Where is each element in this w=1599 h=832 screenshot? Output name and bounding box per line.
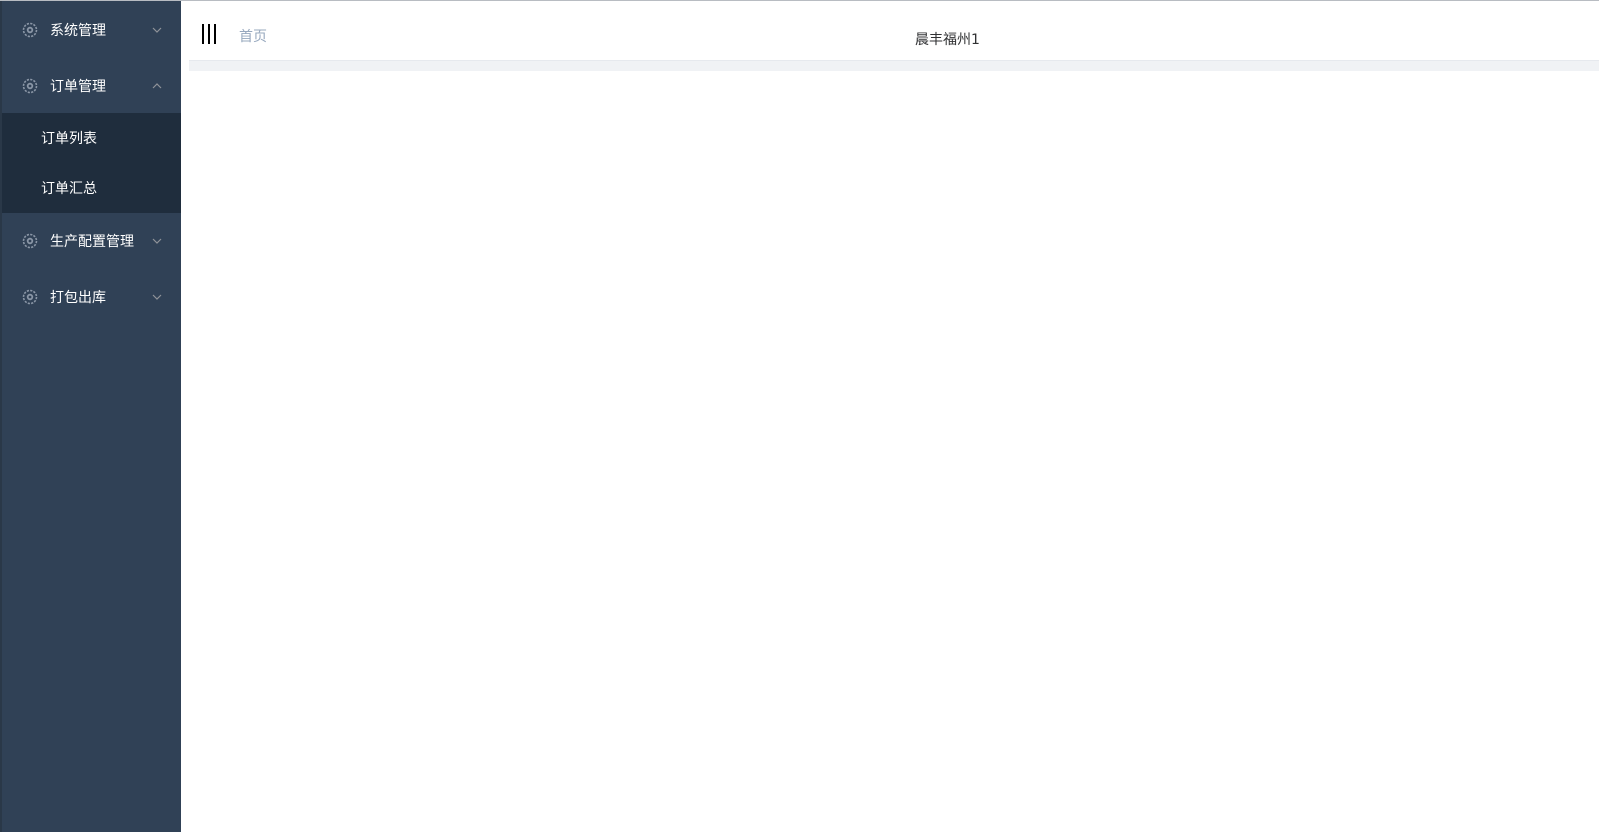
tags-view-bar bbox=[189, 60, 1599, 71]
sidebar: 系统管理 订单管理 订单列表 订单汇总 生产配置管理 打包出库 bbox=[0, 1, 181, 832]
gear-icon bbox=[22, 22, 38, 37]
gear-icon bbox=[22, 78, 38, 93]
submenu-order-management: 订单列表 订单汇总 bbox=[2, 113, 181, 213]
sidebar-item-order-management[interactable]: 订单管理 bbox=[2, 58, 181, 113]
sidebar-item-label: 系统管理 bbox=[50, 22, 106, 39]
gear-icon bbox=[22, 233, 38, 249]
sidebar-item-label: 订单管理 bbox=[50, 78, 106, 95]
chevron-down-icon bbox=[152, 238, 162, 244]
breadcrumb-home[interactable]: 首页 bbox=[239, 26, 267, 46]
chevron-down-icon bbox=[152, 294, 162, 300]
sidebar-subitem-label: 订单汇总 bbox=[41, 181, 97, 197]
top-navbar: 首页 晨丰福州1 bbox=[181, 1, 1599, 60]
sidebar-item-label: 打包出库 bbox=[50, 290, 106, 306]
sidebar-subitem-label: 订单列表 bbox=[41, 131, 97, 147]
sidebar-item-label: 生产配置管理 bbox=[50, 234, 134, 250]
main-content bbox=[181, 71, 1599, 832]
hamburger-icon[interactable] bbox=[201, 24, 217, 44]
sidebar-subitem-order-list[interactable]: 订单列表 bbox=[2, 113, 181, 163]
chevron-up-icon bbox=[152, 82, 162, 88]
gear-icon bbox=[22, 289, 38, 305]
sidebar-subitem-order-summary[interactable]: 订单汇总 bbox=[2, 163, 181, 213]
sidebar-item-production-config[interactable]: 生产配置管理 bbox=[2, 213, 181, 269]
company-name: 晨丰福州1 bbox=[915, 32, 980, 48]
sidebar-item-packing-outbound[interactable]: 打包出库 bbox=[2, 269, 181, 325]
chevron-down-icon bbox=[152, 27, 162, 33]
app-window: 系统管理 订单管理 订单列表 订单汇总 生产配置管理 打包出库 首页 晨丰福州1 bbox=[0, 0, 1599, 832]
sidebar-item-system-management[interactable]: 系统管理 bbox=[2, 1, 181, 58]
